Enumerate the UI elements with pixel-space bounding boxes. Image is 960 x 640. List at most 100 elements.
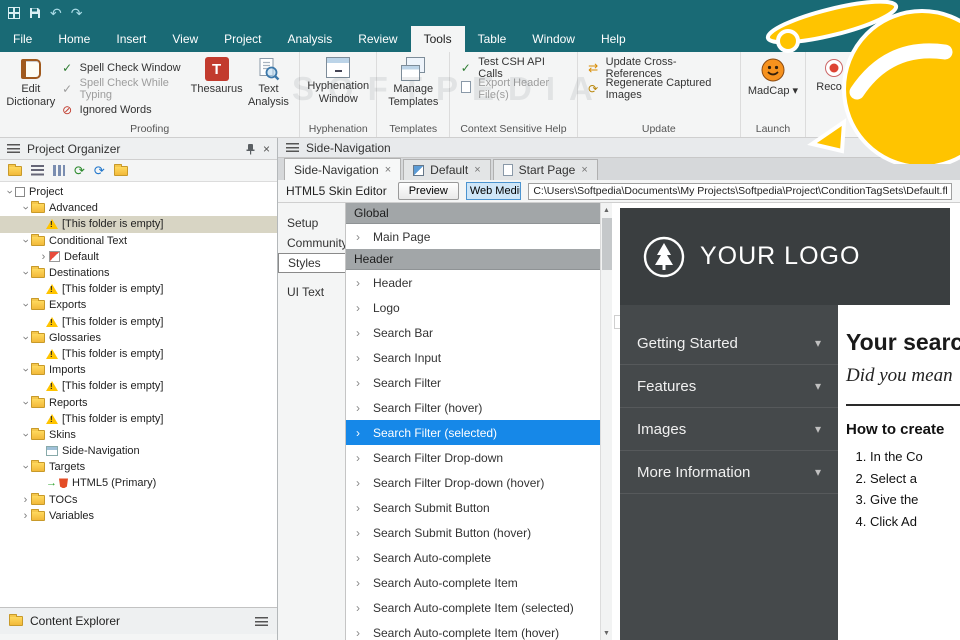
ignored-words-button[interactable]: ⊘ Ignored Words (57, 101, 191, 118)
chevron-right-icon[interactable]: › (356, 526, 364, 540)
manage-macros-button[interactable]: Manage (907, 54, 955, 94)
menu-insert[interactable]: Insert (103, 26, 159, 52)
close-icon[interactable]: × (945, 142, 952, 154)
style-item-search-submit-button-hover[interactable]: ›Search Submit Button (hover) (346, 520, 600, 545)
chevron-right-icon[interactable]: › (20, 510, 31, 522)
chevron-down-icon[interactable]: › (20, 235, 32, 246)
medium-dropdown[interactable]: Web Medium (466, 182, 522, 200)
tree-item-reports[interactable]: ›Reports (0, 394, 277, 410)
chevron-down-icon[interactable]: › (20, 429, 32, 440)
chevron-down-icon[interactable]: › (20, 332, 32, 343)
tab-side-navigation[interactable]: Side-Navigation × (284, 158, 401, 180)
close-icon[interactable]: × (385, 164, 391, 176)
chevron-right-icon[interactable]: › (356, 301, 364, 315)
tree-item-project[interactable]: ›Project (0, 184, 277, 200)
chevron-down-icon[interactable]: › (4, 187, 16, 198)
hyphenation-window-button[interactable]: Hyphenation Window (305, 54, 371, 105)
pin-icon[interactable] (927, 142, 938, 154)
export-header-file-button[interactable]: Export Header File(s) (455, 80, 571, 97)
chevron-right-icon[interactable]: › (356, 276, 364, 290)
tree-item-empty-glossaries[interactable]: [This folder is empty] (0, 346, 277, 362)
tree-item-destinations[interactable]: ›Destinations (0, 265, 277, 281)
chevron-right-icon[interactable]: › (356, 501, 364, 515)
style-item-search-filter-selected[interactable]: ›Search Filter (selected) (346, 420, 600, 445)
style-item-search-filter-hover[interactable]: ›Search Filter (hover) (346, 395, 600, 420)
manage-templates-button[interactable]: Manage Templates (382, 54, 444, 108)
chevron-right-icon[interactable]: › (356, 426, 364, 440)
tree-item-variables[interactable]: ›Variables (0, 508, 277, 524)
file-path-field[interactable] (528, 183, 952, 200)
close-icon[interactable]: × (581, 164, 587, 176)
style-item-search-auto-complete-item[interactable]: ›Search Auto-complete Item (346, 570, 600, 595)
styles-scrollbar[interactable]: ▲ ▼ (600, 203, 612, 640)
menu-table[interactable]: Table (465, 26, 520, 52)
style-item-search-filter-dropdown-hover[interactable]: ›Search Filter Drop-down (hover) (346, 470, 600, 495)
chevron-down-icon[interactable]: ▾ (914, 142, 920, 154)
style-item-search-filter-dropdown[interactable]: ›Search Filter Drop-down (346, 445, 600, 470)
test-csh-api-calls-button[interactable]: ✓ Test CSH API Calls (455, 59, 571, 76)
preview-nav-more-information[interactable]: More Information▾ (620, 451, 838, 494)
tree-item-glossaries[interactable]: ›Glossaries (0, 330, 277, 346)
thesaurus-button[interactable]: T Thesaurus (191, 54, 243, 96)
tree-item-empty-reports[interactable]: [This folder is empty] (0, 411, 277, 427)
pane-menu-icon[interactable] (286, 143, 299, 152)
text-analysis-button[interactable]: Text Analysis (243, 54, 295, 108)
chevron-right-icon[interactable]: › (356, 401, 364, 415)
chevron-down-icon[interactable]: › (20, 365, 32, 376)
chevron-right-icon[interactable]: › (356, 351, 364, 365)
skin-nav-styles[interactable]: Styles (278, 253, 345, 273)
menu-analysis[interactable]: Analysis (275, 26, 346, 52)
chevron-down-icon[interactable]: › (20, 462, 32, 473)
redo-icon[interactable]: ↷ (71, 6, 83, 20)
content-explorer-menu-icon[interactable] (255, 617, 268, 626)
regenerate-captured-images-button[interactable]: ⟳ Regenerate Captured Images (583, 80, 735, 97)
chevron-down-icon[interactable]: › (20, 397, 32, 408)
view-columns-icon[interactable] (53, 165, 65, 176)
chevron-right-icon[interactable]: › (356, 326, 364, 340)
close-icon[interactable]: × (263, 143, 270, 155)
preview-button[interactable]: Preview (398, 182, 459, 200)
pin-icon[interactable] (245, 143, 256, 155)
update-cross-references-button[interactable]: ⇄ Update Cross-References (583, 59, 735, 76)
tree-item-advanced[interactable]: ›Advanced (0, 200, 277, 216)
refresh-icon[interactable]: ⟳ (74, 164, 85, 177)
panel-menu-icon[interactable] (7, 144, 20, 153)
tree-item-empty-destinations[interactable]: [This folder is empty] (0, 281, 277, 297)
preview-nav-images[interactable]: Images▾ (620, 408, 838, 451)
style-item-search-auto-complete-item-hover[interactable]: ›Search Auto-complete Item (hover) (346, 620, 600, 640)
content-explorer-bar[interactable]: Content Explorer (0, 607, 277, 634)
chevron-right-icon[interactable]: › (356, 230, 364, 244)
skin-nav-setup[interactable]: Setup (278, 213, 345, 233)
skin-nav-community[interactable]: Community (278, 233, 345, 253)
style-item-logo[interactable]: ›Logo (346, 295, 600, 320)
menu-window[interactable]: Window (519, 26, 588, 52)
skin-nav-ui-text[interactable]: UI Text (278, 282, 345, 302)
style-item-search-submit-button[interactable]: ›Search Submit Button (346, 495, 600, 520)
tree-item-html5-primary[interactable]: →HTML5 (Primary) (0, 475, 277, 491)
edit-dictionary-button[interactable]: Edit Dictionary (5, 54, 57, 108)
style-item-header[interactable]: ›Header (346, 270, 600, 295)
chevron-right-icon[interactable]: › (20, 494, 31, 506)
chevron-right-icon[interactable]: › (356, 376, 364, 390)
tree-item-targets[interactable]: ›Targets (0, 459, 277, 475)
chevron-right-icon[interactable]: › (356, 601, 364, 615)
tree-item-skins[interactable]: ›Skins (0, 427, 277, 443)
chevron-down-icon[interactable]: › (20, 268, 32, 279)
menu-help[interactable]: Help (588, 26, 639, 52)
record-macro-button[interactable]: Record (811, 54, 857, 94)
tab-start-page[interactable]: Start Page × (493, 159, 598, 180)
save-icon[interactable] (29, 7, 41, 19)
tree-item-exports[interactable]: ›Exports (0, 297, 277, 313)
chevron-right-icon[interactable]: › (356, 476, 364, 490)
scrollbar-thumb[interactable] (602, 218, 612, 270)
menu-review[interactable]: Review (345, 26, 410, 52)
view-list-icon[interactable] (31, 165, 44, 176)
style-item-search-auto-complete[interactable]: ›Search Auto-complete (346, 545, 600, 570)
tree-item-conditional-text[interactable]: ›Conditional Text (0, 233, 277, 249)
sync-icon[interactable]: ⟳ (94, 164, 105, 177)
open-folder-icon[interactable] (8, 166, 22, 176)
menu-project[interactable]: Project (211, 26, 274, 52)
new-folder-icon[interactable] (114, 166, 128, 176)
tree-item-tocs[interactable]: ›TOCs (0, 492, 277, 508)
menu-tools[interactable]: Tools (411, 26, 465, 52)
